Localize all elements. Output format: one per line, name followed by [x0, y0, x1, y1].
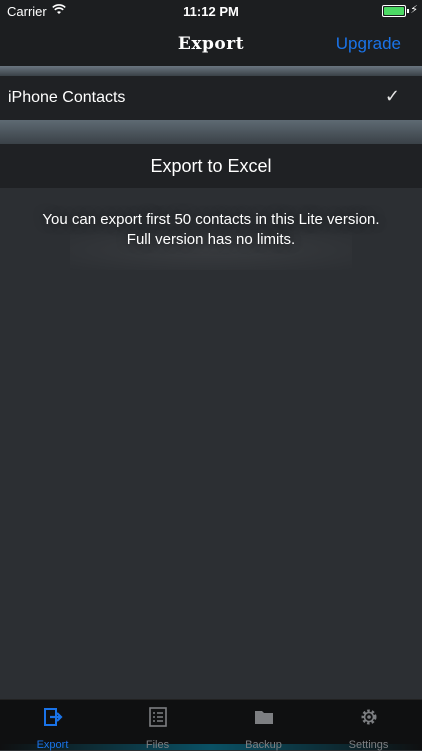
tab-export[interactable]: Export — [0, 706, 105, 751]
iphone-contacts-row[interactable]: iPhone Contacts ✓ — [0, 76, 422, 120]
export-to-excel-label: Export to Excel — [150, 156, 272, 176]
note-line-2: Full version has no limits. — [126, 231, 296, 248]
folder-icon — [211, 706, 316, 728]
gear-icon — [316, 706, 421, 728]
battery-icon — [382, 5, 409, 17]
tab-backup-label: Backup — [245, 739, 282, 751]
tab-files-label: Files — [145, 739, 170, 751]
tab-backup[interactable]: Backup — [211, 706, 316, 751]
list-icon — [105, 706, 210, 728]
tab-settings[interactable]: Settings — [316, 706, 421, 751]
status-bar: Carrier 11:12 PM ⚡ — [0, 0, 422, 22]
export-icon — [0, 706, 105, 728]
export-to-excel-button[interactable]: Export to Excel — [0, 144, 422, 188]
tab-export-label: Export — [36, 739, 69, 751]
note-line-1: You can export first 50 contacts in this… — [42, 211, 380, 228]
tab-settings-label: Settings — [348, 739, 389, 751]
tab-files[interactable]: Files — [105, 706, 210, 751]
tab-bar: Export Files Backup Settings — [0, 699, 422, 751]
lite-version-note: You can export first 50 contacts in this… — [0, 210, 422, 250]
charging-icon: ⚡ — [410, 4, 418, 16]
upgrade-button[interactable]: Upgrade — [336, 34, 401, 54]
section-divider — [0, 66, 422, 76]
iphone-contacts-label: iPhone Contacts — [8, 89, 126, 106]
checkmark-icon: ✓ — [384, 86, 400, 106]
status-time: 11:12 PM — [183, 4, 239, 19]
section-divider — [0, 120, 422, 144]
navigation-bar: Export Upgrade — [0, 22, 422, 66]
